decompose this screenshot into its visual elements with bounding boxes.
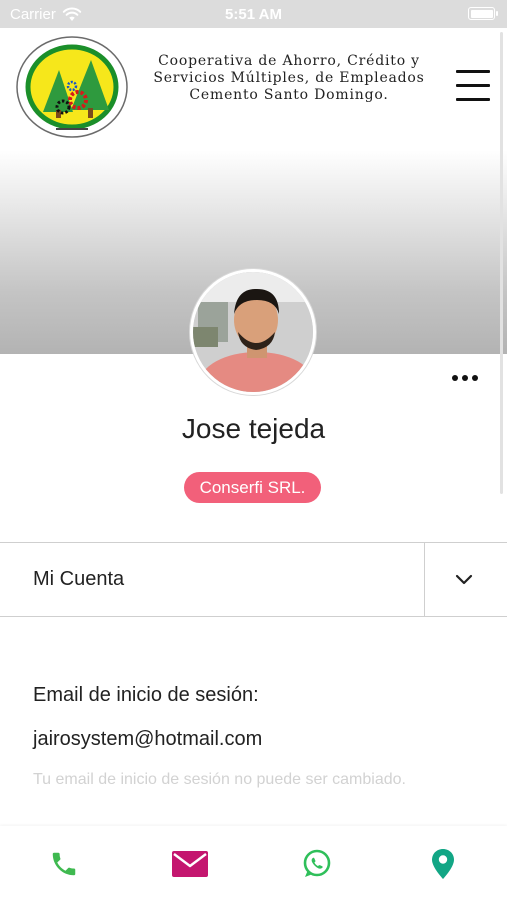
organization-name: Cooperativa de Ahorro, Crédito y Servici… [153, 53, 425, 103]
company-badge[interactable]: Conserfi SRL. [184, 472, 321, 503]
status-time: 5:51 AM [225, 6, 282, 23]
location-pin-icon [432, 849, 454, 879]
hamburger-menu-icon[interactable] [452, 68, 494, 104]
whatsapp-tab[interactable] [297, 844, 337, 884]
account-section-header[interactable]: Mi Cuenta [0, 542, 507, 617]
cooperative-logo[interactable] [16, 36, 128, 138]
more-options-icon[interactable] [452, 372, 480, 384]
battery-icon [468, 7, 498, 20]
section-divider [424, 543, 425, 617]
profile-photo-image [193, 272, 313, 392]
phone-tab[interactable] [44, 844, 84, 884]
mail-tab[interactable] [170, 844, 210, 884]
location-tab[interactable] [423, 844, 463, 884]
phone-icon [52, 852, 76, 876]
mail-icon [172, 851, 208, 877]
profile-photo[interactable] [190, 269, 316, 395]
chevron-down-icon[interactable] [452, 570, 476, 590]
login-email-note: Tu email de inicio de sesión no puede se… [33, 771, 406, 788]
whatsapp-icon [303, 849, 331, 877]
battery-fill [470, 9, 493, 18]
profile-name: Jose tejeda [181, 413, 326, 444]
login-email-title: Email de inicio de sesión: [33, 684, 259, 706]
bottom-tab-bar [0, 826, 507, 900]
status-bar: Carrier 5:51 AM [0, 0, 507, 28]
app-header: Cooperativa de Ahorro, Crédito y Servici… [0, 28, 507, 150]
login-email-value: jairosystem@hotmail.com [33, 728, 263, 750]
account-section-label: Mi Cuenta [33, 568, 125, 590]
